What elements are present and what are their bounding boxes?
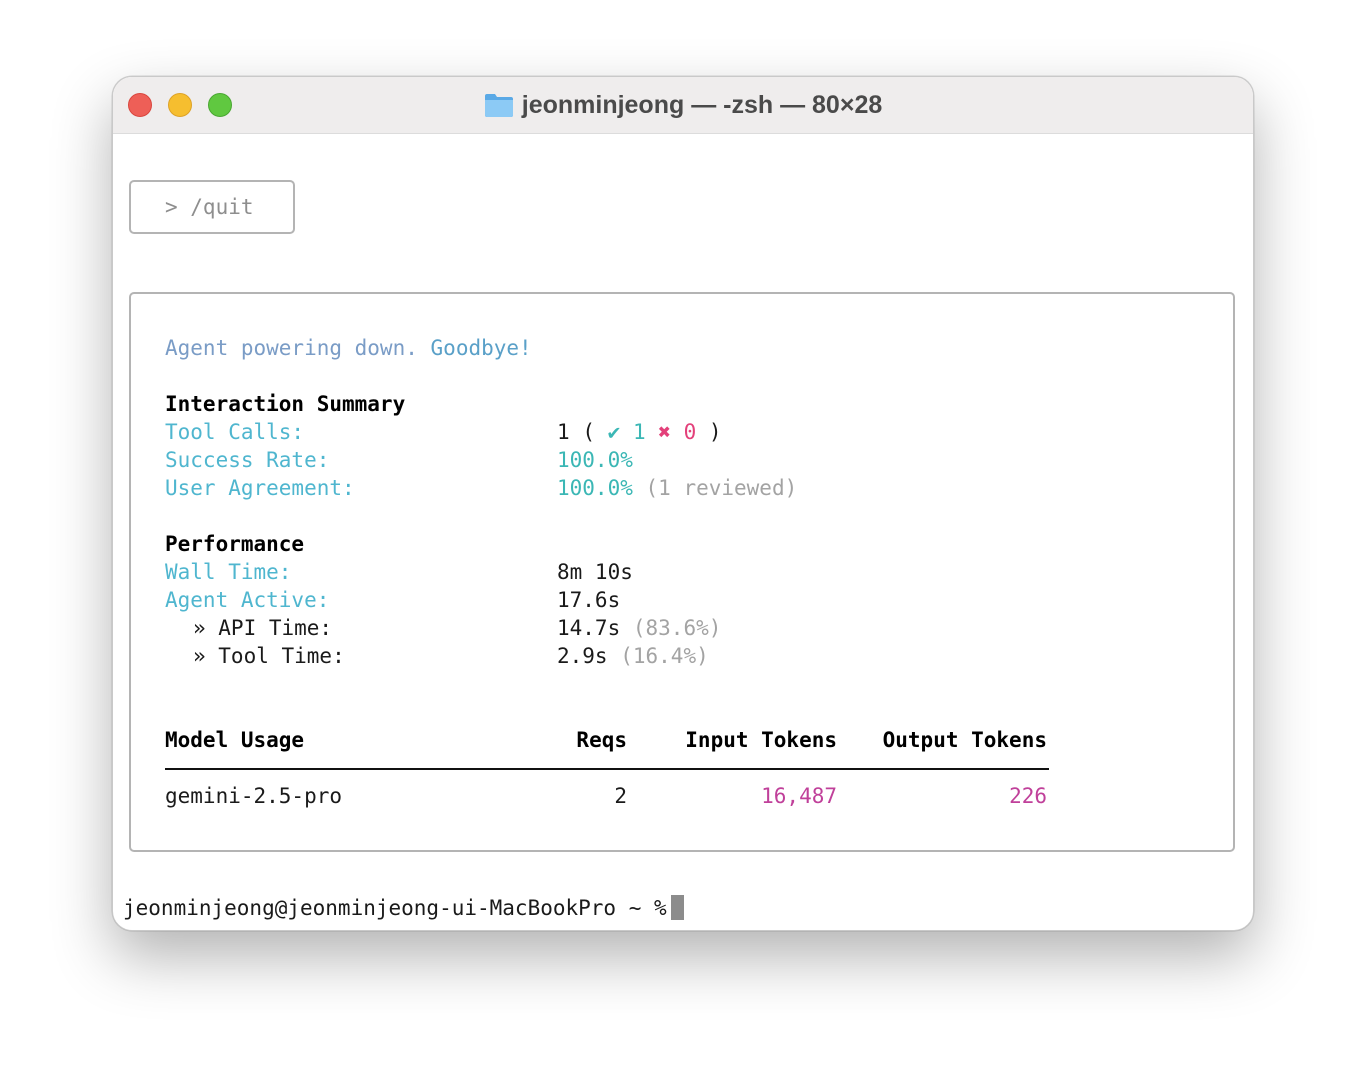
api-time-value-row: 14.7s (83.6%)	[557, 614, 721, 642]
check-icon: ✔	[607, 420, 621, 444]
model-usage-header: Model Usage	[165, 728, 305, 752]
tool-calls-label: Tool Calls:	[165, 420, 305, 444]
goodbye-text-1: Agent powering down.	[165, 336, 418, 360]
command-text: > /quit	[165, 195, 254, 219]
wall-time-label: Wall Time:	[165, 560, 292, 584]
user-agreement-label: User Agreement:	[165, 476, 355, 500]
input-tokens-cell: 16,487	[761, 784, 837, 808]
tool-calls-total: 1	[557, 420, 570, 444]
tool-calls-value: 1 ( ✔ 1 ✖ 0 )	[557, 418, 722, 446]
success-rate-value: 100.0%	[557, 448, 633, 472]
wall-time-value: 8m 10s	[557, 560, 633, 584]
api-time-label: » API Time:	[193, 616, 333, 640]
tool-time-label: » Tool Time:	[193, 644, 345, 668]
tool-calls-close-paren: )	[708, 420, 722, 444]
shell-prompt-line[interactable]: jeonminjeong@jeonminjeong-ui-MacBookPro …	[123, 894, 684, 922]
terminal-window: jeonminjeong — -zsh — 80×28 > /quit Agen…	[112, 76, 1254, 931]
output-tokens-header: Output Tokens	[882, 728, 1047, 752]
agent-active-label: Agent Active:	[165, 588, 330, 612]
goodbye-message: Agent powering down. Goodbye!	[165, 334, 532, 362]
reqs-header: Reqs	[576, 728, 627, 752]
tool-time-pct: (16.4%)	[620, 644, 709, 668]
api-time-value: 14.7s	[557, 616, 621, 640]
user-agreement-note: (1 reviewed)	[645, 476, 798, 500]
tool-calls-open-paren: (	[582, 420, 595, 444]
reqs-cell: 2	[614, 784, 627, 808]
goodbye-text-2: Goodbye!	[430, 336, 532, 360]
user-agreement-value: 100.0%	[557, 476, 633, 500]
table-divider	[165, 768, 1049, 770]
output-tokens-cell: 226	[1009, 784, 1047, 808]
interaction-summary-heading: Interaction Summary	[165, 392, 406, 416]
user-agreement-value-row: 100.0% (1 reviewed)	[557, 474, 797, 502]
input-tokens-header: Input Tokens	[685, 728, 837, 752]
agent-active-value: 17.6s	[557, 588, 621, 612]
tool-time-value: 2.9s	[557, 644, 608, 668]
window-title-container: jeonminjeong — -zsh — 80×28	[113, 77, 1253, 133]
performance-heading: Performance	[165, 532, 305, 556]
model-name-cell: gemini-2.5-pro	[165, 784, 343, 808]
window-title: jeonminjeong — -zsh — 80×28	[521, 90, 883, 119]
api-time-pct: (83.6%)	[632, 616, 722, 640]
tool-calls-fail: 0	[683, 420, 697, 444]
folder-icon	[484, 94, 513, 117]
text-cursor	[670, 895, 684, 920]
tool-calls-success: 1	[632, 420, 646, 444]
command-input-box: > /quit	[129, 180, 295, 234]
cross-icon: ✖	[658, 420, 671, 444]
success-rate-label: Success Rate:	[165, 448, 330, 472]
tool-time-value-row: 2.9s (16.4%)	[557, 642, 709, 670]
title-bar[interactable]: jeonminjeong — -zsh — 80×28	[113, 77, 1253, 134]
terminal-content[interactable]: > /quit Agent powering down. Goodbye! In…	[113, 134, 1253, 930]
shell-prompt: jeonminjeong@jeonminjeong-ui-MacBookPro …	[123, 896, 667, 920]
session-summary-panel: Agent powering down. Goodbye! Interactio…	[129, 292, 1235, 852]
